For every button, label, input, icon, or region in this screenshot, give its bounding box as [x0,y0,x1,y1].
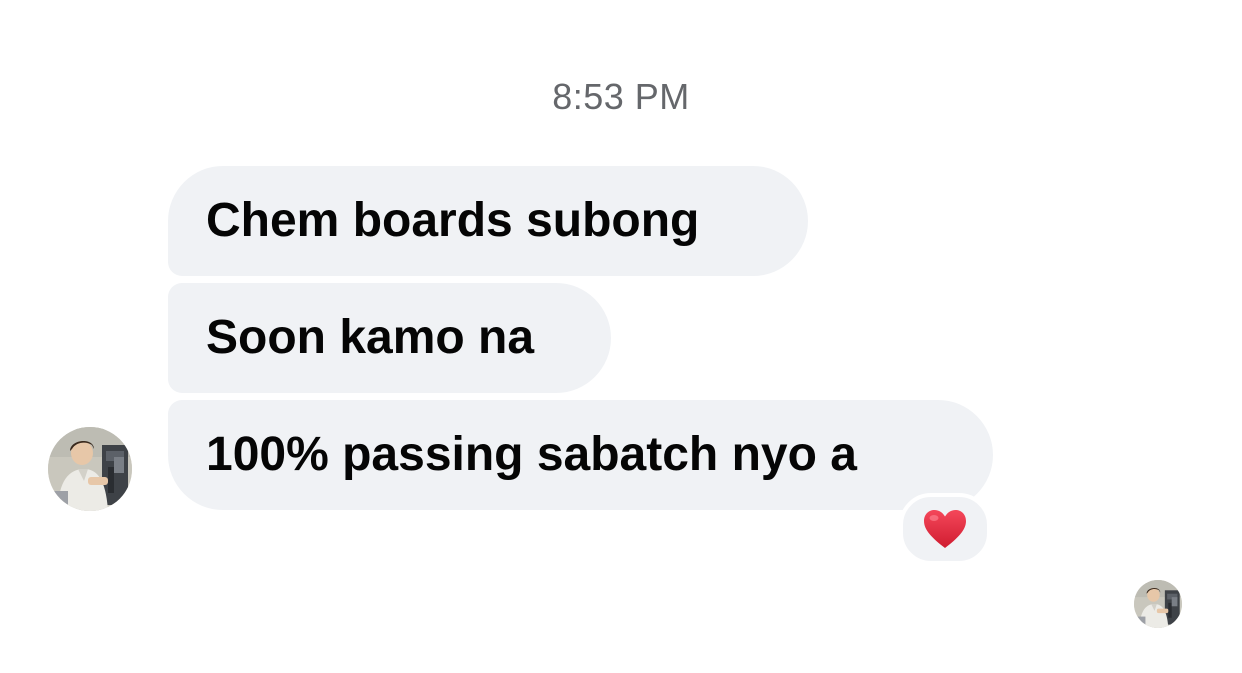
message-bubble[interactable]: Soon kamo na [168,283,611,393]
message-timestamp: 8:53 PM [552,76,690,117]
message-text: Soon kamo na [206,311,535,364]
message-text: 100% passing sabatch nyo a [206,428,857,481]
person-at-microscope-icon [1134,580,1182,628]
message-bubble[interactable]: 100% passing sabatch nyo a [168,400,993,510]
chat-thread: 8:53 PM Chem boards subong Soon kamo na … [0,0,1242,673]
person-at-microscope-icon [48,427,132,511]
message-text: Chem boards subong [206,194,700,247]
message-reaction[interactable] [899,493,991,565]
message-bubble[interactable]: Chem boards subong [168,166,808,276]
seen-receipt-avatar [1134,580,1182,628]
red-heart-icon [924,510,966,548]
sender-avatar[interactable] [48,427,132,511]
